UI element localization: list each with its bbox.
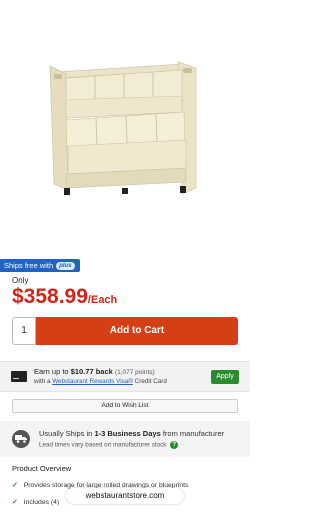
- earn-amount: $10.77 back: [70, 367, 113, 376]
- help-icon[interactable]: ?: [170, 441, 179, 449]
- product-image[interactable]: [0, 0, 250, 250]
- check-icon: ✓: [12, 482, 18, 489]
- overview-bullet: ✓ Includes (4): [12, 498, 59, 506]
- with-prefix: with a: [34, 378, 51, 385]
- bullet-text: Includes (4): [23, 499, 60, 506]
- rewards-card-line: with a Webstaurant Rewards Visa® Credit …: [34, 378, 167, 385]
- roll-file-cart-image: [49, 61, 197, 195]
- ship-suffix: from manufacturer: [162, 429, 225, 438]
- check-icon: ✓: [12, 499, 18, 506]
- quantity-input[interactable]: 1: [12, 317, 36, 345]
- ship-prefix: Usually Ships in: [39, 429, 93, 438]
- credit-card-icon: [11, 371, 27, 382]
- only-label: Only: [12, 276, 29, 285]
- earn-prefix: Earn up to: [34, 367, 69, 376]
- add-to-cart-button[interactable]: Add to Cart: [36, 317, 238, 345]
- add-to-wishlist-button[interactable]: Add to Wish List: [12, 399, 238, 413]
- rewards-earn-text: Earn up to $10.77 back (1,077 points): [34, 367, 155, 376]
- ship-time-text: Usually Ships in 1-3 Business Days from …: [39, 429, 224, 438]
- lead-time-note: Lead times vary based on manufacturer st…: [39, 441, 167, 449]
- apply-button[interactable]: Apply: [211, 370, 239, 384]
- ship-days: 1-3 Business Days: [94, 429, 161, 438]
- price-unit: /Each: [87, 294, 118, 306]
- price-value: $358.99: [12, 285, 88, 308]
- ships-free-text: Ships free with: [4, 261, 54, 270]
- truck-icon: [12, 430, 30, 448]
- shipping-info: Usually Ships in 1-3 Business Days from …: [0, 421, 250, 457]
- rewards-banner: Earn up to $10.77 back (1,077 points) wi…: [0, 361, 250, 392]
- earn-points: (1,077 points): [114, 369, 155, 376]
- with-suffix: Credit Card: [134, 378, 167, 385]
- product-overview-title: Product Overview: [12, 464, 72, 473]
- price: $358.99/Each: [12, 285, 117, 312]
- plus-badge: plus: [56, 261, 75, 270]
- rewards-card-link[interactable]: Webstaurant Rewards Visa®: [52, 378, 133, 385]
- ships-free-badge[interactable]: Ships free with plus: [0, 259, 80, 272]
- domain-badge: webstaurantstore.com: [66, 488, 184, 504]
- lead-time-text: Lead times vary based on manufacturer st…: [39, 441, 179, 449]
